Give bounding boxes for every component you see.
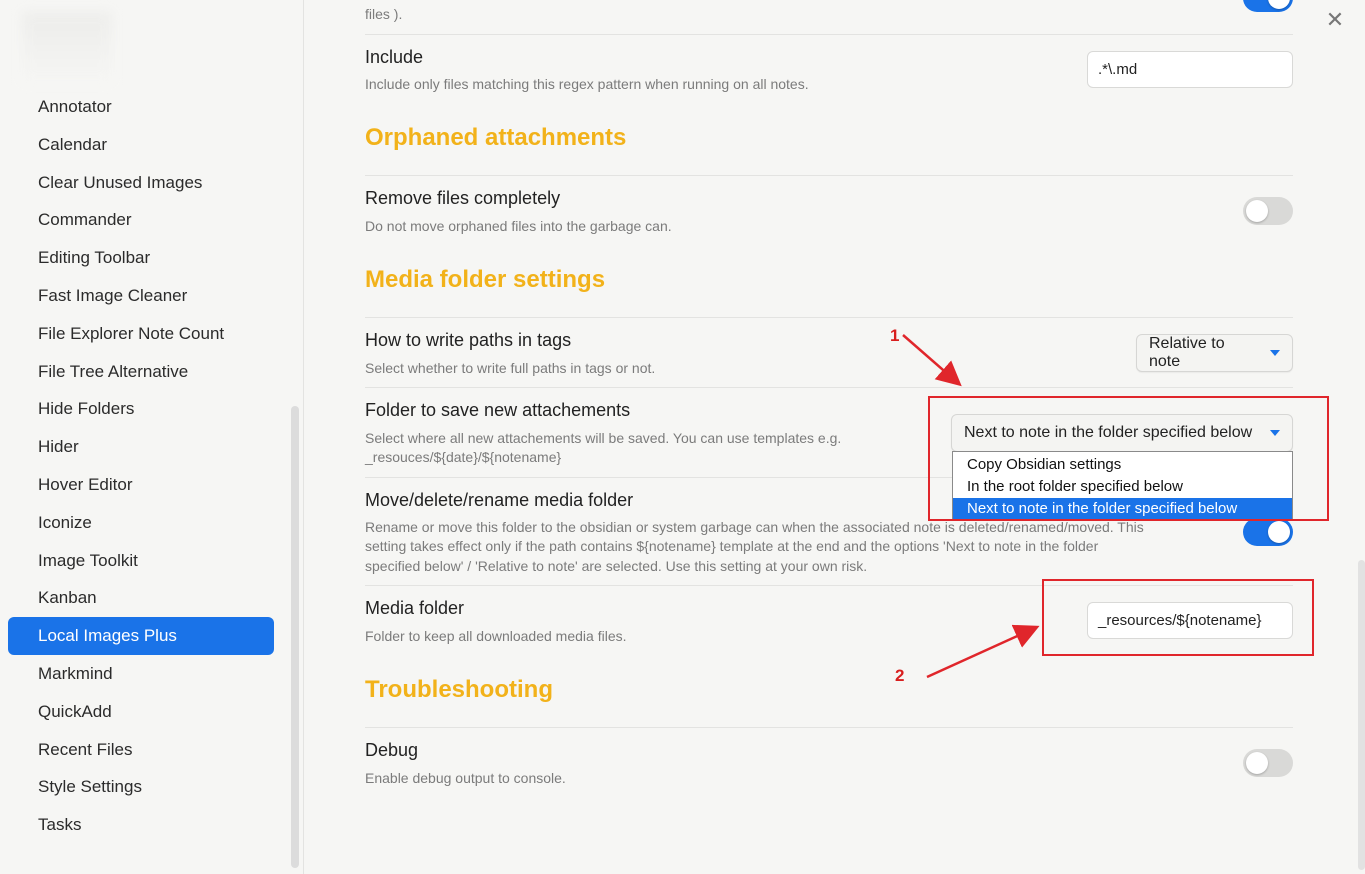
move-media-desc-line2: setting takes effect only if the path co… xyxy=(365,538,1099,554)
divider xyxy=(365,727,1293,728)
dropdown-value: Relative to note xyxy=(1149,335,1225,370)
toggle-knob xyxy=(1246,752,1268,774)
sidebar-item-hover-editor[interactable]: Hover Editor xyxy=(8,466,274,504)
media-folder-title: Media folder xyxy=(365,598,465,618)
debug-desc: Enable debug output to console. xyxy=(365,770,566,786)
remove-files-desc: Do not move orphaned files into the garb… xyxy=(365,218,672,234)
divider xyxy=(365,34,1293,35)
sidebar-item-iconize[interactable]: Iconize xyxy=(8,504,274,542)
sidebar-item-editing-toolbar[interactable]: Editing Toolbar xyxy=(8,239,274,277)
save-folder-title: Folder to save new attachements xyxy=(365,400,631,420)
sidebar-item-clear-unused-images[interactable]: Clear Unused Images xyxy=(8,164,274,202)
include-regex-input[interactable]: .*\.md xyxy=(1087,51,1293,88)
sidebar-item-file-tree-alternative[interactable]: File Tree Alternative xyxy=(8,353,274,391)
save-folder-desc-line2: _resouces/${date}/${notename} xyxy=(365,449,562,465)
move-media-desc-line3: specified below' / 'Relative to note' ar… xyxy=(365,558,868,574)
annotation-box-2 xyxy=(1042,579,1314,656)
media-heading: Media folder settings xyxy=(365,266,606,293)
divider xyxy=(365,387,1293,388)
sidebar-item-fast-image-cleaner[interactable]: Fast Image Cleaner xyxy=(8,277,274,315)
close-icon[interactable]: ✕ xyxy=(1323,8,1347,32)
sidebar-scrollbar[interactable] xyxy=(291,406,299,868)
sidebar-item-commander[interactable]: Commander xyxy=(8,201,274,239)
sidebar-item-annotator[interactable]: Annotator xyxy=(8,88,274,126)
include-title: Include xyxy=(365,47,424,67)
sidebar-item-tasks[interactable]: Tasks xyxy=(8,806,274,844)
sidebar-item-hider[interactable]: Hider xyxy=(8,428,274,466)
sidebar-item-kanban[interactable]: Kanban xyxy=(8,579,274,617)
remove-files-title: Remove files completely xyxy=(365,188,561,208)
chevron-down-icon xyxy=(1270,350,1280,356)
remove-files-toggle[interactable] xyxy=(1243,197,1293,225)
orphaned-heading: Orphaned attachments xyxy=(365,124,627,151)
sidebar-item-recent-files[interactable]: Recent Files xyxy=(8,731,274,769)
sidebar-item-file-explorer-note-count[interactable]: File Explorer Note Count xyxy=(8,315,274,353)
sidebar-item-calendar[interactable]: Calendar xyxy=(8,126,274,164)
write-paths-dropdown[interactable]: Relative to note xyxy=(1136,334,1293,372)
annotation-label-1: 1 xyxy=(890,326,900,345)
sidebar-item-local-images-plus[interactable]: Local Images Plus xyxy=(8,617,274,656)
sidebar-top-blur xyxy=(22,12,112,82)
toggle-knob xyxy=(1268,521,1290,543)
write-paths-title: How to write paths in tags xyxy=(365,330,572,350)
divider xyxy=(365,317,1293,318)
top-fragment-text: files ). xyxy=(365,6,403,22)
sidebar-item-markmind[interactable]: Markmind xyxy=(8,655,274,693)
divider xyxy=(365,175,1293,176)
troubleshooting-heading: Troubleshooting xyxy=(365,676,553,703)
save-folder-desc-line1: Select where all new attachements will b… xyxy=(365,430,842,446)
debug-title: Debug xyxy=(365,740,419,760)
write-paths-desc: Select whether to write full paths in ta… xyxy=(365,360,656,376)
sidebar-item-image-toolkit[interactable]: Image Toolkit xyxy=(8,542,274,580)
sidebar-item-style-settings[interactable]: Style Settings xyxy=(8,768,274,806)
move-media-toggle[interactable] xyxy=(1243,518,1293,546)
annotation-label-2: 2 xyxy=(895,666,905,685)
settings-sidebar: Annotator Calendar Clear Unused Images Comm… xyxy=(0,0,304,874)
move-media-title: Move/delete/rename media folder xyxy=(365,490,634,510)
main-scrollbar[interactable] xyxy=(1358,560,1365,870)
top-partial-toggle[interactable] xyxy=(1243,0,1293,12)
sidebar-item-quickadd[interactable]: QuickAdd xyxy=(8,693,274,731)
media-folder-desc: Folder to keep all downloaded media file… xyxy=(365,628,627,644)
include-desc: Include only files matching this regex p… xyxy=(365,76,809,92)
toggle-knob xyxy=(1246,200,1268,222)
debug-toggle[interactable] xyxy=(1243,749,1293,777)
sidebar-item-hide-folders[interactable]: Hide Folders xyxy=(8,390,274,428)
annotation-box-1 xyxy=(928,396,1329,521)
